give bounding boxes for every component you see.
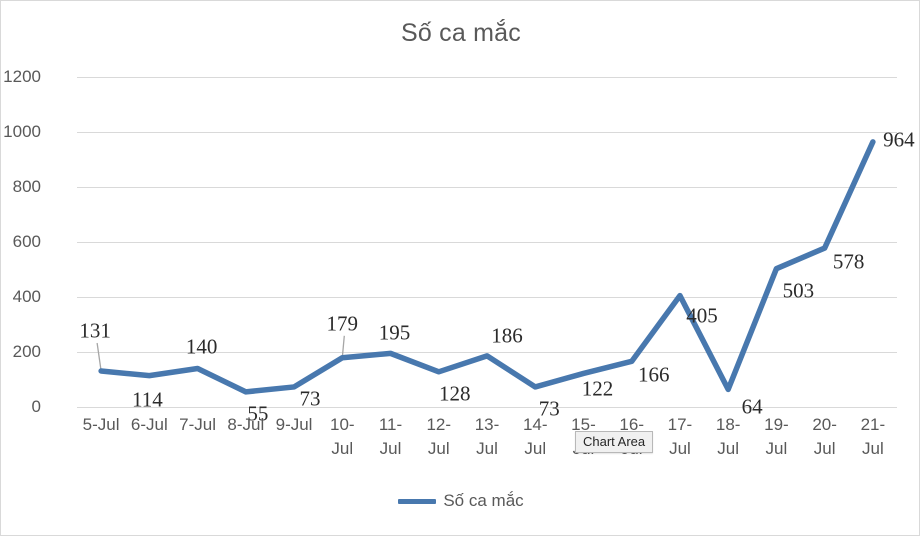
- y-axis-tick-label: 1000: [3, 122, 41, 141]
- y-axis-tick-label: 400: [12, 287, 41, 306]
- data-label: 122: [581, 376, 614, 401]
- y-axis-tick-label: 200: [12, 342, 41, 361]
- gridline: [77, 407, 897, 408]
- data-label: 186: [491, 323, 523, 348]
- data-label: 128: [439, 381, 471, 406]
- y-axis-tick-label: 800: [12, 177, 41, 196]
- plot-area[interactable]: 0 200 400 600 800 1000 1200 131 114 140 55 73 179 19…: [3, 67, 914, 425]
- data-label: 179: [326, 311, 359, 336]
- data-label: 405: [686, 303, 718, 328]
- data-label-leader-line: [341, 335, 345, 358]
- data-label: 503: [782, 278, 815, 303]
- data-label: 195: [378, 320, 411, 345]
- y-axis-tick-label: 1200: [3, 67, 41, 86]
- data-label: 166: [637, 362, 670, 387]
- data-label: 73: [299, 386, 321, 411]
- chart-title: Số ca mắc: [401, 19, 521, 47]
- chart-container[interactable]: Số ca mắc 0 200 400 600 800 1000 1200 131 114 14…: [0, 0, 920, 536]
- chart-area-tooltip: Chart Area: [575, 431, 654, 453]
- x-axis-tick-labels: 5-Jul 6-Jul 7-Jul 8-Jul 9-Jul 10- Jul 11- Jul 12-…: [77, 413, 897, 475]
- chart-legend[interactable]: Số ca mắc: [1, 491, 919, 511]
- y-axis-tick-label: 0: [31, 397, 41, 416]
- data-label: 964: [883, 127, 915, 152]
- legend-color-swatch: [398, 498, 437, 504]
- data-label: 114: [131, 387, 163, 412]
- legend-entry-label: Số ca mắc: [443, 491, 524, 510]
- data-label: 131: [79, 318, 111, 343]
- data-label: 578: [832, 249, 865, 274]
- y-axis-tick-label: 600: [12, 232, 41, 251]
- data-label: 140: [185, 334, 218, 358]
- data-label-leader-line: [96, 342, 102, 372]
- x-axis-tick-label: 21- Jul: [860, 415, 886, 458]
